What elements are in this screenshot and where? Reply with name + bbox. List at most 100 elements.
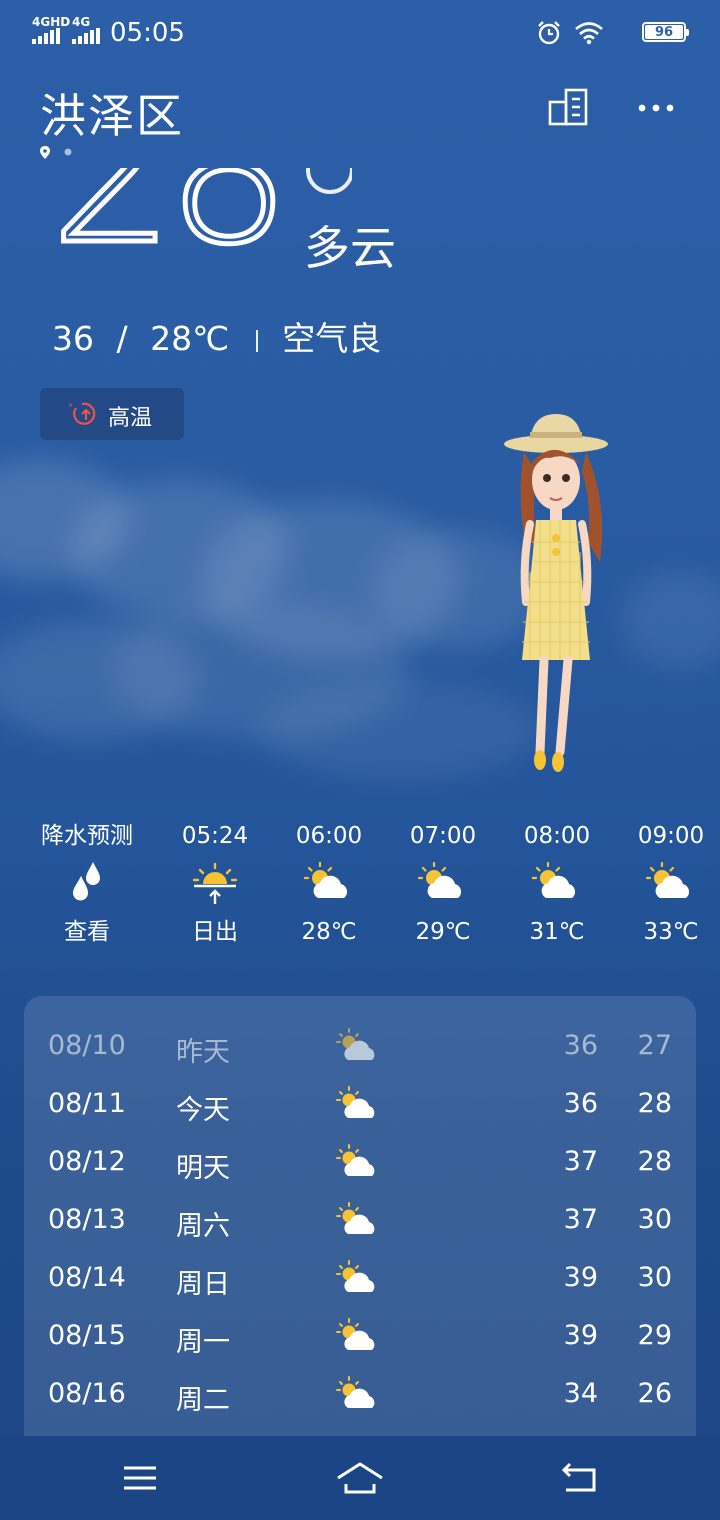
current-temp: 28 — [47, 168, 293, 288]
air-quality[interactable]: 空气良 — [282, 319, 381, 358]
daily-date: 08/12 — [48, 1146, 126, 1177]
hourly-item[interactable]: 09:00 33℃ — [614, 818, 720, 950]
daily-high: 36 — [563, 1088, 598, 1119]
hourly-item-rain-forecast[interactable]: 降水预测 查看 — [30, 818, 144, 950]
city-manage-icon[interactable] — [546, 86, 594, 130]
daily-row[interactable]: 08/13 周六 37 30 — [24, 1192, 696, 1250]
partly-cloudy-icon — [336, 1376, 375, 1408]
svg-text:°: ° — [68, 403, 73, 414]
daily-low: 26 — [637, 1378, 672, 1409]
home-icon[interactable] — [336, 1456, 384, 1500]
hourly-item[interactable]: 06:00 28℃ — [272, 818, 386, 950]
daily-low: 28 — [637, 1146, 672, 1177]
weather-character-illustration — [504, 414, 608, 772]
hourly-temp: 28℃ — [301, 919, 357, 945]
partly-cloudy-icon — [336, 1086, 375, 1118]
hourly-forecast[interactable]: 降水预测 查看 05:24 日出 06:00 28℃ 07:00 29℃ 08:… — [0, 818, 720, 958]
daily-high: 39 — [563, 1262, 598, 1293]
network-type-sim2: 4G — [72, 15, 91, 29]
hourly-time: 09:00 — [637, 823, 705, 849]
daily-weekday: 周六 — [176, 1211, 230, 1242]
daily-low: 30 — [637, 1204, 672, 1235]
hourly-temp: 33℃ — [643, 919, 699, 945]
partly-cloudy-icon — [645, 861, 690, 898]
hourly-item-sunrise[interactable]: 05:24 日出 — [158, 818, 272, 950]
weather-alert-button[interactable]: ° 高温 — [40, 388, 184, 440]
back-icon[interactable] — [556, 1456, 604, 1500]
daily-row[interactable]: 08/12 明天 37 28 — [24, 1134, 696, 1192]
more-options-icon[interactable] — [634, 86, 682, 130]
daily-row[interactable]: 08/16 周二 34 26 — [24, 1366, 696, 1424]
daily-weekday: 周二 — [176, 1385, 230, 1416]
hourly-time: 05:24 — [181, 823, 249, 849]
raindrops-icon — [73, 862, 100, 901]
partly-cloudy-icon — [336, 1028, 375, 1060]
temp-range: 36 / 28℃ 空气良 — [52, 312, 381, 360]
alert-label: 高温 — [108, 406, 153, 431]
hourly-time: 降水预测 — [41, 823, 133, 849]
daily-date: 08/11 — [48, 1088, 126, 1119]
daily-date: 08/15 — [48, 1320, 126, 1351]
location-pin-icon — [40, 146, 50, 159]
daily-date: 08/13 — [48, 1204, 126, 1235]
hourly-item[interactable]: 08:00 31℃ — [500, 818, 614, 950]
partly-cloudy-icon — [336, 1318, 375, 1350]
network-type-sim1: 4GHD — [32, 15, 71, 29]
daily-row[interactable]: 08/14 周日 39 30 — [24, 1250, 696, 1308]
page-indicator — [40, 145, 80, 159]
battery-level: 96 — [645, 25, 683, 40]
daily-date: 08/14 — [48, 1262, 126, 1293]
menu-icon[interactable] — [116, 1456, 164, 1500]
daily-low: 30 — [637, 1262, 672, 1293]
daily-high: 37 — [563, 1204, 598, 1235]
daily-low: 27 — [637, 1030, 672, 1061]
daily-low: 29 — [637, 1320, 672, 1351]
temp-high: 36 — [52, 319, 94, 358]
daily-forecast-card[interactable]: 08/10 昨天 36 27 08/11 今天 36 28 08/12 明天 3… — [24, 996, 696, 1436]
status-time: 05:05 — [110, 18, 185, 48]
partly-cloudy-icon — [303, 861, 348, 898]
temp-slash: / — [116, 319, 128, 358]
degree-symbol-icon — [306, 168, 352, 196]
alarm-icon — [538, 21, 560, 45]
status-bar: 4GHD 4G 05:05 96 — [32, 15, 690, 50]
hourly-time: 07:00 — [409, 823, 477, 849]
city-name[interactable]: 洪泽区 — [40, 80, 184, 146]
divider — [255, 329, 258, 352]
hourly-label: 日出 — [192, 919, 238, 945]
daily-weekday: 周一 — [176, 1327, 230, 1358]
hourly-label: 查看 — [64, 919, 110, 945]
partly-cloudy-icon — [336, 1144, 375, 1176]
partly-cloudy-icon — [336, 1202, 375, 1234]
hourly-time: 08:00 — [523, 823, 591, 849]
daily-weekday: 昨天 — [176, 1037, 230, 1068]
daily-weekday: 周日 — [176, 1269, 230, 1300]
daily-row[interactable]: 08/11 今天 36 28 — [24, 1076, 696, 1134]
partly-cloudy-icon — [336, 1260, 375, 1292]
wifi-icon — [575, 22, 603, 45]
daily-high: 36 — [563, 1030, 598, 1061]
temp-low: 28℃ — [150, 319, 230, 358]
high-temperature-icon: ° — [68, 402, 96, 425]
hourly-time: 06:00 — [295, 823, 363, 849]
system-navigation-bar — [0, 1436, 720, 1520]
daily-row[interactable]: 08/15 周一 39 29 — [24, 1308, 696, 1366]
partly-cloudy-icon — [417, 861, 462, 898]
daily-high: 34 — [563, 1378, 598, 1409]
battery-icon: 96 — [642, 22, 689, 42]
daily-high: 39 — [563, 1320, 598, 1351]
current-condition: 多云 — [304, 221, 396, 275]
signal-bars-icon — [72, 28, 102, 44]
signal-bars-icon — [32, 28, 62, 44]
hourly-item[interactable]: 07:00 29℃ — [386, 818, 500, 950]
daily-date: 08/16 — [48, 1378, 126, 1409]
daily-high: 37 — [563, 1146, 598, 1177]
hourly-temp: 29℃ — [415, 919, 471, 945]
daily-row[interactable]: 08/10 昨天 36 27 — [24, 1018, 696, 1076]
daily-date: 08/10 — [48, 1030, 126, 1061]
hourly-temp: 31℃ — [529, 919, 585, 945]
sunrise-icon — [192, 862, 238, 904]
current-temp-wrapper: 28 — [40, 168, 300, 288]
daily-low: 28 — [637, 1088, 672, 1119]
partly-cloudy-icon — [531, 861, 576, 898]
